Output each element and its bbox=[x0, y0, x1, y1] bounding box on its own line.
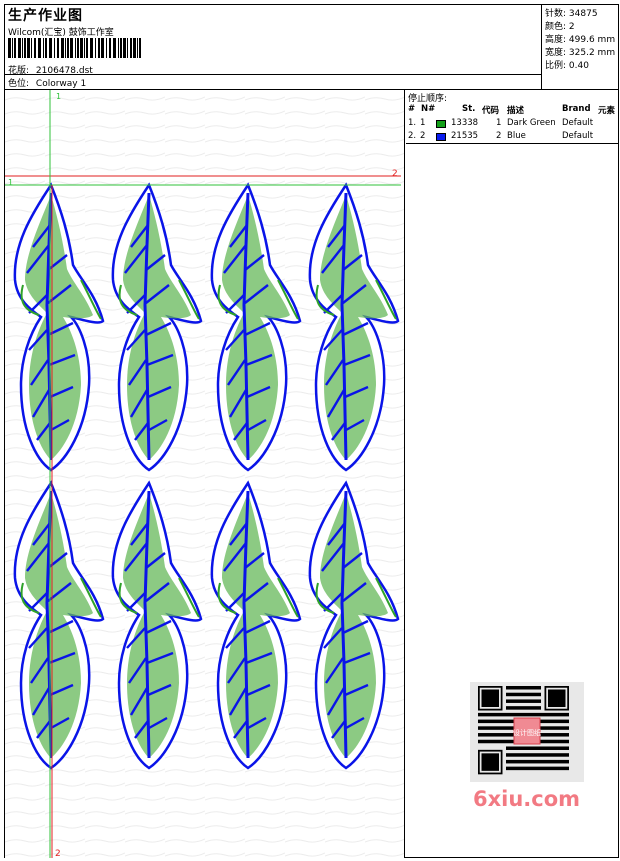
header-info: 生产作业图 Wilcom(汇宝) 鼓饰工作室 花版: 2106478.dst 色… bbox=[5, 5, 542, 89]
colors-value: 2 bbox=[568, 22, 575, 32]
header: 生产作业图 Wilcom(汇宝) 鼓饰工作室 花版: 2106478.dst 色… bbox=[5, 5, 618, 90]
row-index: 2. bbox=[408, 131, 417, 141]
marker-vertical-bottom: 2 bbox=[55, 849, 61, 858]
qr-pattern: 设计图纸 bbox=[478, 686, 569, 775]
company-name: Wilcom(汇宝) 鼓饰工作室 bbox=[8, 28, 114, 38]
marker-horizontal-right: 2 bbox=[392, 169, 398, 179]
col-stitches: St. bbox=[462, 104, 476, 114]
row-desc: Blue bbox=[507, 131, 526, 141]
page-title: 生产作业图 bbox=[8, 8, 83, 24]
stat-colors: 颜色: 2 bbox=[545, 19, 575, 32]
marker-horizontal-left: 1 bbox=[8, 178, 13, 187]
panel-divider bbox=[406, 143, 619, 144]
stop-sequence-header: # N# St. 代码 描述 Brand 元素 bbox=[406, 104, 619, 116]
stat-height: 高度: 499.6 mm bbox=[545, 32, 615, 45]
row-code: 1 bbox=[496, 118, 502, 128]
svg-text:设计图纸: 设计图纸 bbox=[513, 728, 541, 737]
colorway-line: 色位: Colorway 1 bbox=[8, 76, 86, 89]
color-swatch bbox=[436, 120, 446, 128]
row-stitches: 13338 bbox=[451, 118, 479, 128]
row-n: 2 bbox=[420, 131, 426, 141]
stitches-value: 34875 bbox=[568, 9, 598, 19]
marker-vertical-top: 1 bbox=[56, 92, 61, 101]
colorway-label: 色位: bbox=[8, 79, 30, 89]
row-stitches: 21535 bbox=[451, 131, 479, 141]
col-element: 元素 bbox=[598, 106, 616, 116]
table-row: 1. 1 13338 1 Dark Green Default bbox=[406, 118, 619, 130]
stat-width: 宽度: 325.2 mm bbox=[545, 45, 615, 58]
design-label: 花版: bbox=[8, 66, 30, 76]
col-n: N# bbox=[421, 104, 436, 114]
watermark-text: 6xiu.com bbox=[473, 787, 581, 811]
row-desc: Dark Green bbox=[507, 118, 556, 128]
col-code: 代码 bbox=[482, 106, 500, 116]
stop-sequence-title: 停止顺序: bbox=[408, 94, 448, 104]
colors-label: 颜色: bbox=[545, 22, 567, 32]
barcode bbox=[8, 38, 141, 58]
stat-stitches: 针数: 34875 bbox=[545, 6, 598, 19]
height-label: 高度: bbox=[545, 35, 567, 45]
height-value: 499.6 mm bbox=[568, 35, 616, 45]
design-line: 花版: 2106478.dst bbox=[8, 63, 93, 76]
scale-value: 0.40 bbox=[568, 61, 589, 71]
row-index: 1. bbox=[408, 118, 417, 128]
design-value: 2106478.dst bbox=[35, 66, 93, 76]
width-label: 宽度: bbox=[545, 48, 567, 58]
stitches-label: 针数: bbox=[545, 9, 567, 19]
row-n: 1 bbox=[420, 118, 426, 128]
row-brand: Default bbox=[562, 118, 594, 128]
width-value: 325.2 mm bbox=[568, 48, 616, 58]
scale-label: 比例: bbox=[545, 61, 567, 71]
col-desc: 描述 bbox=[507, 106, 525, 116]
stat-scale: 比例: 0.40 bbox=[545, 58, 589, 71]
col-hash: # bbox=[408, 104, 416, 114]
table-row: 2. 2 21535 2 Blue Default bbox=[406, 131, 619, 143]
row-code: 2 bbox=[496, 131, 502, 141]
preview-svg: 1 2 1 2 bbox=[5, 90, 404, 858]
colorway-value: Colorway 1 bbox=[35, 79, 87, 89]
row-brand: Default bbox=[562, 131, 594, 141]
design-stats: 针数: 34875 颜色: 2 高度: 499.6 mm 宽度: 325.2 m… bbox=[543, 5, 619, 89]
qr-code: 设计图纸 bbox=[470, 682, 584, 782]
color-swatch bbox=[436, 133, 446, 141]
col-brand: Brand bbox=[562, 104, 591, 114]
embroidery-preview: 1 2 1 2 bbox=[5, 90, 405, 858]
